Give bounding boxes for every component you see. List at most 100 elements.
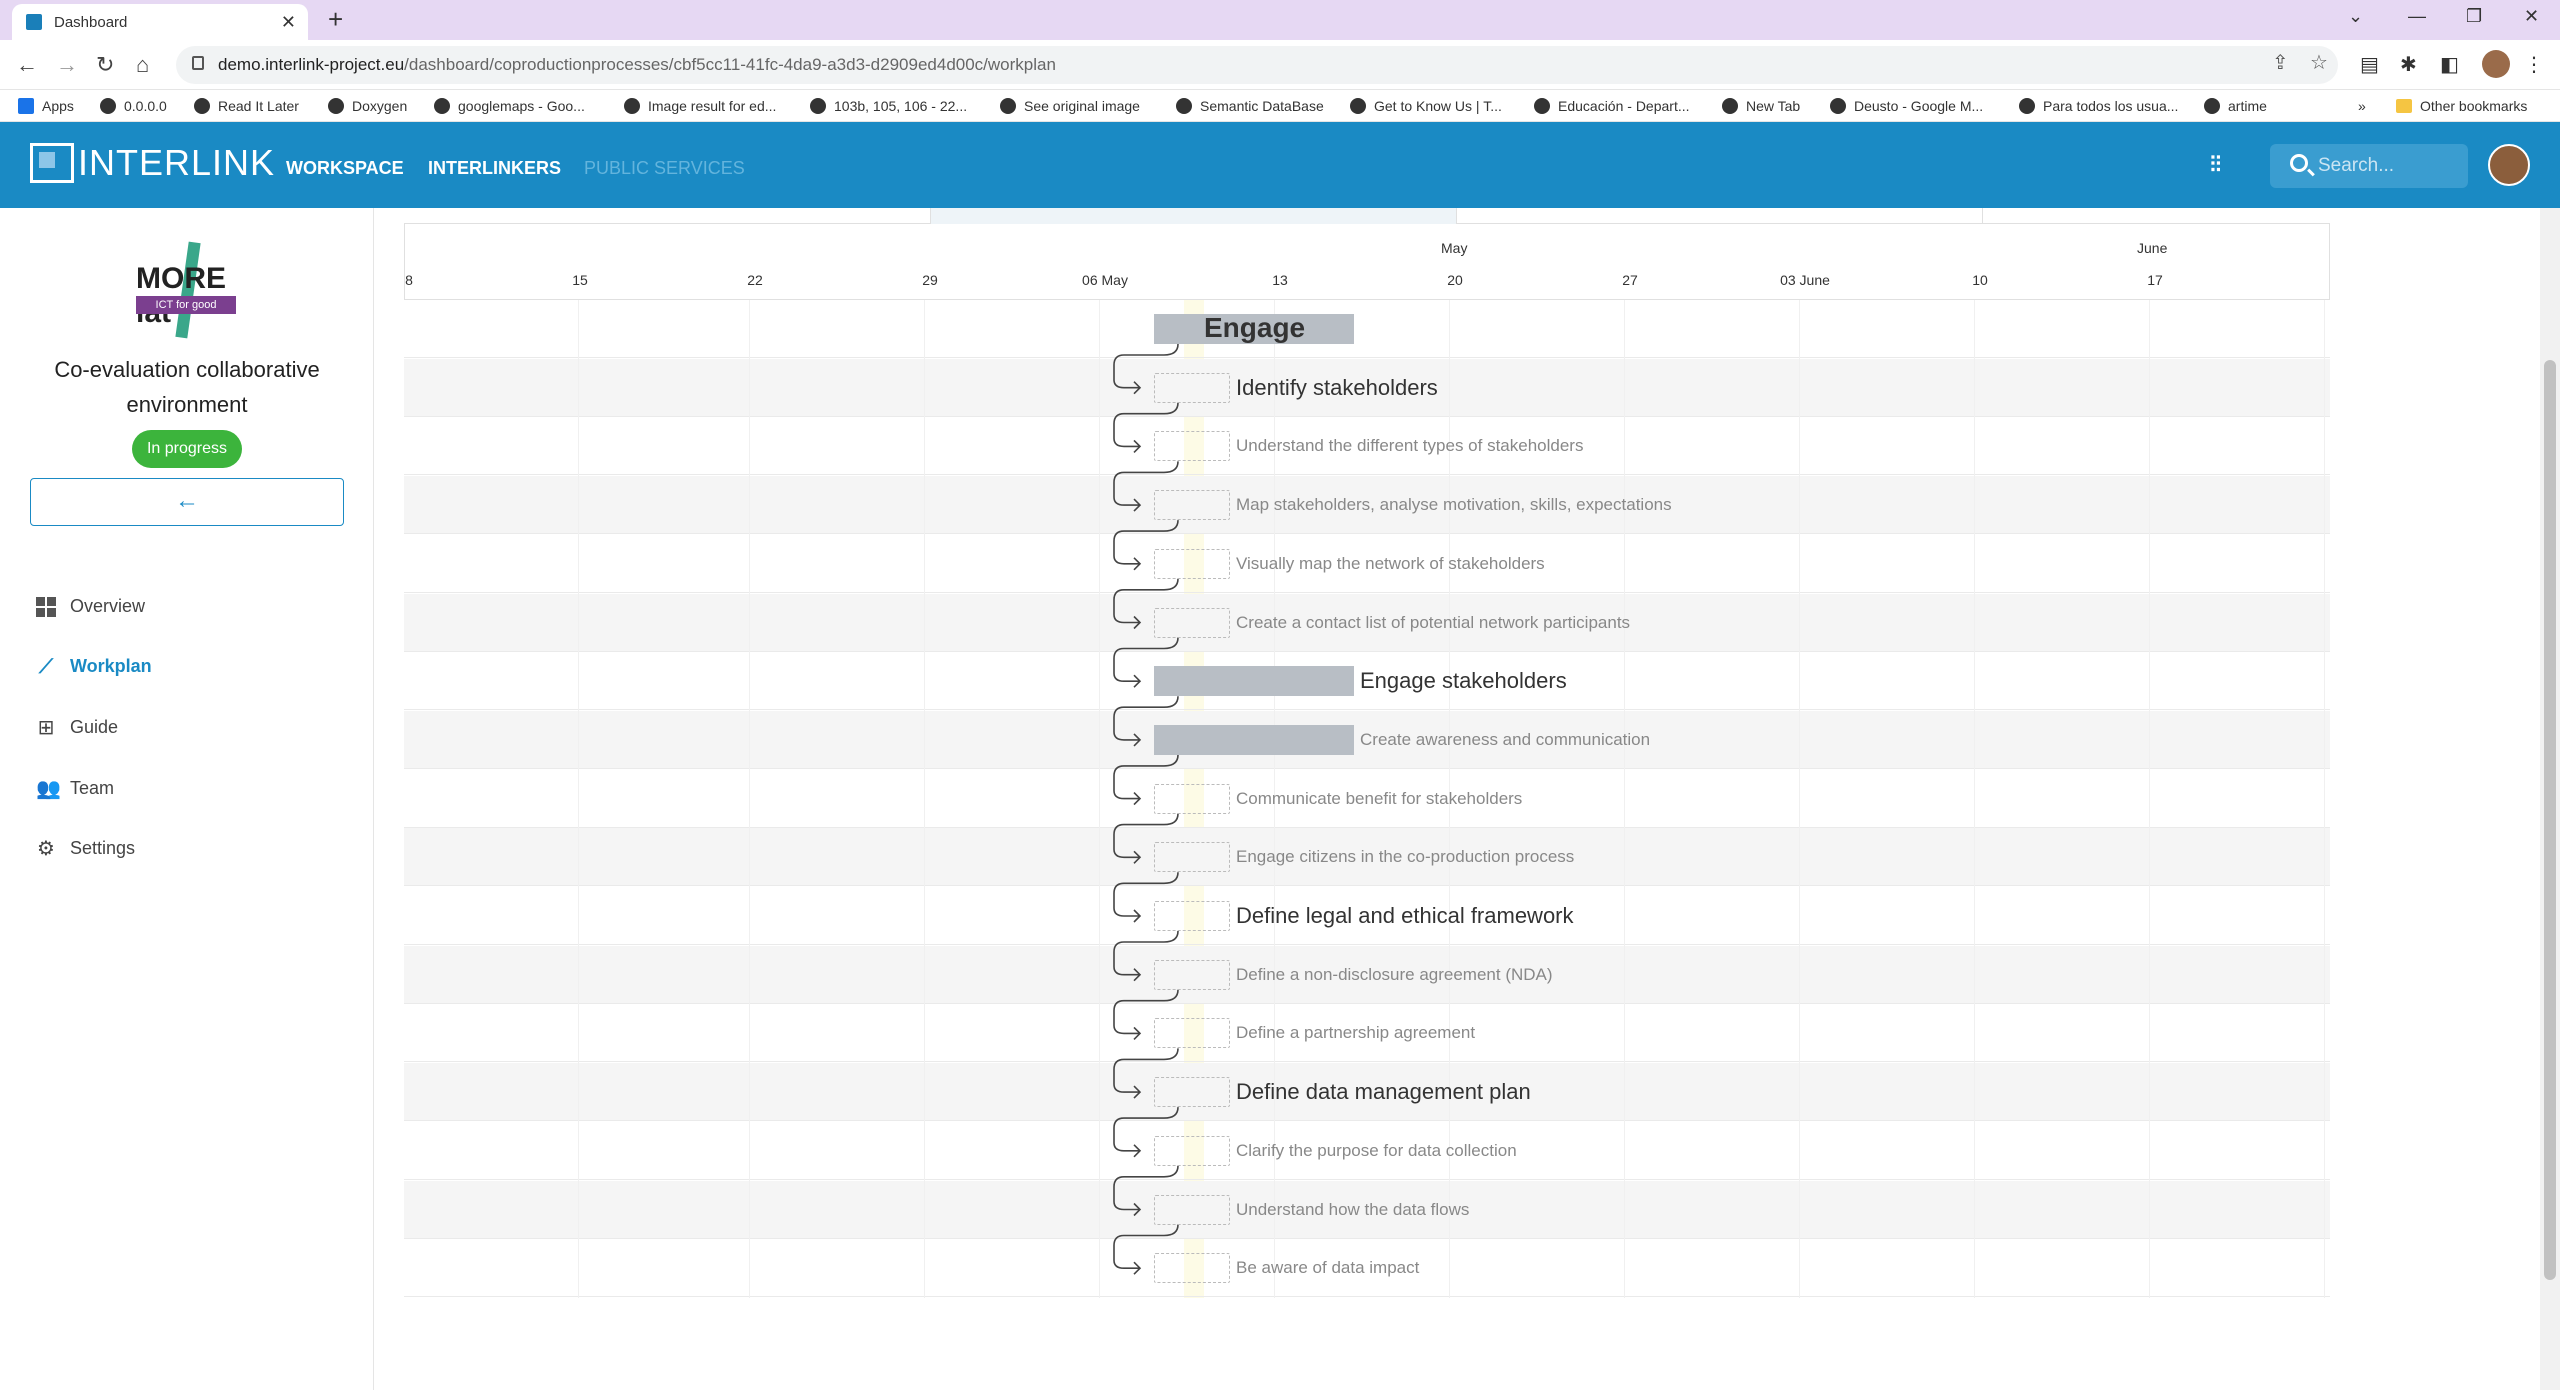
task-label[interactable]: Define legal and ethical framework — [1236, 903, 1574, 929]
task-label[interactable]: Define a non-disclosure agreement (NDA) — [1236, 965, 1553, 985]
task-bar[interactable] — [1154, 1077, 1230, 1108]
bookmark-item[interactable]: Deusto - Google M... — [1830, 98, 1983, 114]
task-bar[interactable] — [1154, 901, 1230, 931]
status-badge: In progress — [132, 430, 242, 468]
bookmark-item[interactable]: 103b, 105, 106 - 22... — [810, 98, 967, 114]
close-tab-icon[interactable]: ✕ — [281, 12, 296, 33]
grid-line — [749, 300, 750, 1298]
task-label[interactable]: Understand how the data flows — [1236, 1200, 1469, 1220]
bookmarks-overflow[interactable]: » — [2358, 98, 2366, 114]
task-bar[interactable] — [1154, 548, 1230, 579]
task-label[interactable]: Visually map the network of stakeholders — [1236, 554, 1545, 574]
month-label: June — [2137, 240, 2168, 256]
search-input[interactable]: Search... — [2270, 144, 2468, 188]
task-label[interactable]: Engage citizens in the co-production pro… — [1236, 847, 1574, 867]
bookmark-item[interactable]: Semantic DataBase — [1176, 98, 1324, 114]
project-title: Co-evaluation collaborative environment — [54, 357, 320, 417]
timeline-day-label: 06 May — [1082, 272, 1128, 288]
bookmark-item[interactable]: Image result for ed... — [624, 98, 776, 114]
timeline-day-label: 8 — [405, 272, 413, 288]
grid-line — [2324, 300, 2325, 1298]
bookmark-item[interactable]: Read It Later — [194, 98, 299, 114]
bookmark-item[interactable]: artime — [2204, 98, 2267, 114]
sidebar-item-overview[interactable]: Overview — [36, 596, 145, 617]
side-panel-icon[interactable]: ◧ — [2440, 52, 2459, 77]
task-bar[interactable] — [1154, 1135, 1230, 1166]
gantt-row — [404, 300, 2330, 358]
address-bar[interactable]: demo.interlink-project.eu/dashboard/copr… — [176, 46, 2338, 84]
task-label[interactable]: Be aware of data impact — [1236, 1258, 1419, 1278]
task-bar[interactable] — [1154, 1018, 1230, 1049]
task-bar[interactable] — [1154, 724, 1354, 755]
task-label[interactable]: Create a contact list of potential netwo… — [1236, 613, 1630, 633]
task-bar[interactable] — [1154, 842, 1230, 873]
task-label[interactable]: Engage — [1204, 312, 1305, 344]
nav-workspace[interactable]: WORKSPACE — [286, 158, 404, 179]
profile-avatar[interactable] — [2482, 50, 2510, 78]
sidebar-item-label: Overview — [70, 596, 146, 616]
sidebar-item-team[interactable]: 👥 Team — [36, 778, 114, 799]
task-label[interactable]: Create awareness and communication — [1360, 730, 1650, 750]
task-bar[interactable] — [1154, 607, 1230, 638]
task-bar[interactable] — [1154, 372, 1230, 403]
task-label[interactable]: Clarify the purpose for data collection — [1236, 1141, 1517, 1161]
bookmark-item[interactable]: Educación - Depart... — [1534, 98, 1690, 114]
sidebar: MORE lat ICT for good Co-evaluation coll… — [0, 208, 374, 1390]
browser-tab[interactable]: Dashboard ✕ — [12, 4, 308, 40]
task-label[interactable]: Identify stakeholders — [1236, 375, 1438, 401]
arrow-back-icon: ← — [175, 487, 199, 514]
home-icon[interactable]: ⌂ — [136, 52, 149, 78]
task-bar[interactable] — [1154, 666, 1354, 697]
share-icon[interactable]: ⇪ — [2272, 50, 2289, 75]
task-bar[interactable] — [1154, 783, 1230, 814]
lock-icon[interactable] — [192, 56, 204, 70]
filter-settings-icon[interactable]: ⫶⫶ — [2210, 152, 2221, 178]
bookmark-item[interactable]: See original image — [1000, 98, 1140, 114]
reading-list-icon[interactable]: ▤ — [2360, 52, 2379, 77]
task-label[interactable]: Understand the different types of stakeh… — [1236, 436, 1583, 456]
task-bar[interactable] — [1154, 959, 1230, 990]
scrollbar-thumb[interactable] — [2544, 360, 2556, 1280]
task-bar[interactable] — [1154, 1253, 1230, 1284]
task-bar[interactable] — [1154, 490, 1230, 521]
task-bar[interactable] — [1154, 431, 1230, 462]
sidebar-item-workplan[interactable]: ⟋ Workplan — [36, 656, 152, 677]
tab-search-icon[interactable]: ⌄ — [2348, 6, 2363, 27]
bookmark-item[interactable]: New Tab — [1722, 98, 1800, 114]
bookmark-item[interactable]: googlemaps - Goo... — [434, 98, 585, 114]
interlink-logo[interactable]: INTERLINK — [30, 142, 275, 184]
back-button[interactable]: ← — [30, 478, 344, 526]
task-label[interactable]: Communicate benefit for stakeholders — [1236, 789, 1522, 809]
restore-icon[interactable]: ❐ — [2466, 6, 2482, 27]
reload-icon[interactable]: ↻ — [96, 52, 114, 78]
bookmark-item[interactable]: Para todos los usua... — [2019, 98, 2178, 114]
nav-interlinkers[interactable]: INTERLINKERS — [428, 158, 561, 179]
bookmark-item[interactable]: Get to Know Us | T... — [1350, 98, 1502, 114]
bookmark-favicon-icon — [624, 98, 640, 114]
nav-public-services[interactable]: PUBLIC SERVICES — [584, 158, 745, 179]
forward-icon[interactable]: → — [56, 52, 78, 78]
grid-line — [2149, 300, 2150, 1298]
new-tab-icon[interactable]: + — [328, 4, 343, 35]
task-label[interactable]: Engage stakeholders — [1360, 668, 1567, 694]
user-avatar[interactable] — [2488, 144, 2530, 186]
sidebar-item-settings[interactable]: ⚙ Settings — [36, 838, 135, 859]
task-label[interactable]: Define data management plan — [1236, 1079, 1531, 1105]
folder-icon — [2396, 99, 2412, 113]
minimize-icon[interactable]: — — [2408, 6, 2426, 27]
task-label[interactable]: Map stakeholders, analyse motivation, sk… — [1236, 495, 1672, 515]
bookmark-favicon-icon — [2019, 98, 2035, 114]
other-bookmarks[interactable]: Other bookmarks — [2396, 98, 2527, 114]
task-bar[interactable] — [1154, 1194, 1230, 1225]
back-icon[interactable]: ← — [16, 52, 38, 78]
close-window-icon[interactable]: ✕ — [2524, 6, 2539, 27]
extensions-icon[interactable]: ✱ — [2400, 52, 2417, 77]
bookmark-item[interactable]: Doxygen — [328, 98, 407, 114]
bookmark-item[interactable]: 0.0.0.0 — [100, 98, 167, 114]
sidebar-item-guide[interactable]: ⊞ Guide — [36, 717, 118, 738]
task-label[interactable]: Define a partnership agreement — [1236, 1023, 1475, 1043]
bookmark-star-icon[interactable]: ☆ — [2310, 50, 2328, 75]
bookmark-item[interactable]: Apps — [18, 98, 74, 114]
menu-dots-icon[interactable]: ⋮ — [2524, 52, 2544, 77]
bookmark-label: Educación - Depart... — [1558, 98, 1690, 114]
